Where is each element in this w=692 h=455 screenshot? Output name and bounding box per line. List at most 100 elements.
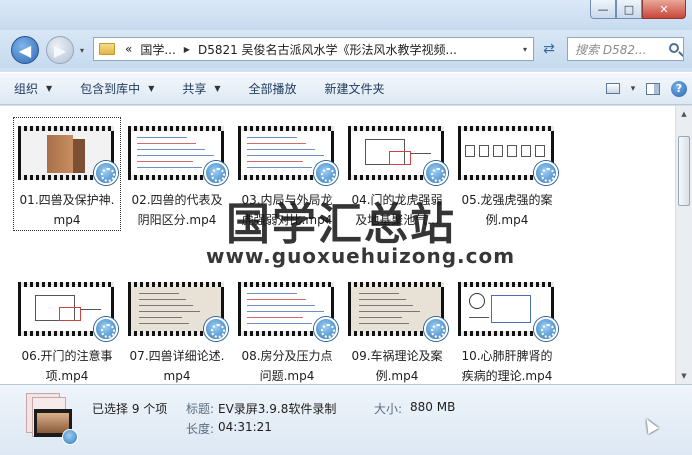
minimize-button[interactable]: —	[590, 0, 616, 19]
media-player-icon	[314, 317, 338, 341]
new-folder-button[interactable]: 新建文件夹	[311, 73, 399, 104]
vertical-scrollbar[interactable]: ▲ ▼	[675, 106, 692, 384]
video-thumbnail	[458, 282, 558, 341]
file-name-line: mp4	[53, 213, 81, 227]
file-item[interactable]: 08.房分及压力点 问题.mp4	[234, 274, 340, 384]
file-name: 06.开门的注意事 项.mp4	[14, 346, 120, 384]
help-icon: ?	[671, 80, 687, 97]
file-name-line: 项.mp4	[45, 369, 89, 383]
help-button[interactable]: ?	[666, 73, 692, 104]
media-player-icon	[94, 317, 118, 341]
media-player-icon	[314, 161, 338, 185]
title-value[interactable]: EV录屏3.9.8软件录制	[218, 400, 336, 417]
file-name: 02.四兽的代表及 阴阳区分.mp4	[124, 190, 230, 230]
video-thumbnail	[348, 282, 448, 341]
play-all-label: 全部播放	[248, 82, 297, 96]
close-button[interactable]: ✕	[642, 0, 686, 19]
file-name-line: 05.龙强虎强的案	[461, 193, 553, 207]
organize-menu[interactable]: 组织 ▼	[0, 73, 66, 104]
file-name: 05.龙强虎强的案 例.mp4	[454, 190, 560, 230]
file-name-line: 问题.mp4	[259, 369, 315, 383]
file-name: 09.车祸理论及案 例.mp4	[344, 346, 450, 384]
file-name-line: 阴阳区分.mp4	[137, 213, 217, 227]
video-thumbnail	[348, 126, 448, 185]
file-name-line: 04.门的龙虎强弱	[351, 193, 443, 207]
play-all-button[interactable]: 全部播放	[235, 73, 311, 104]
address-bar[interactable]: « 国学... ▶ D5821 吴俊名古派风水学《形法风水教学视频... ▾	[93, 37, 534, 61]
breadcrumb-overflow[interactable]: «	[121, 42, 136, 56]
file-name-line: 01.四兽及保护神.	[19, 193, 115, 207]
file-list: 01.四兽及保护神. mp4 02.四兽的代表及 阴阳区分.mp4 03.内局与外局龙虎…	[0, 106, 692, 384]
preview-pane-button[interactable]	[640, 73, 666, 104]
size-label: 大小:	[374, 402, 403, 416]
recent-pages-dropdown[interactable]: ▾	[80, 46, 84, 55]
folder-icon	[99, 43, 115, 55]
file-name: 07.四兽详细论述. mp4	[124, 346, 230, 384]
chevron-right-icon[interactable]: ▶	[180, 45, 194, 54]
refresh-button[interactable]: ⇄	[537, 37, 561, 61]
view-icon	[606, 83, 620, 94]
file-name-line: 及地基聚池气...	[355, 213, 439, 227]
scroll-thumb[interactable]	[678, 136, 690, 206]
caption-buttons: — □ ✕	[590, 0, 686, 19]
file-name-line: 例.mp4	[485, 213, 529, 227]
change-view-button[interactable]	[600, 73, 626, 104]
media-player-icon	[534, 161, 558, 185]
media-player-icon	[204, 317, 228, 341]
share-menu[interactable]: 共享 ▼	[168, 73, 234, 104]
view-options-dropdown[interactable]: ▾	[626, 73, 640, 104]
video-thumbnail	[238, 282, 338, 341]
file-item[interactable]: 04.门的龙虎强弱 及地基聚池气...	[344, 118, 450, 230]
address-dropdown-icon[interactable]: ▾	[517, 38, 533, 60]
scroll-up-arrow[interactable]: ▲	[676, 106, 692, 122]
file-name-line: 09.车祸理论及案	[351, 349, 443, 363]
back-button[interactable]: ◀	[11, 36, 39, 64]
media-player-icon	[424, 317, 448, 341]
search-input[interactable]: 搜索 D582...	[567, 37, 684, 61]
title-label: 标题:	[186, 402, 215, 416]
file-name-line: 10.心肺肝脾肾的	[461, 349, 553, 363]
file-item[interactable]: 05.龙强虎强的案 例.mp4	[454, 118, 560, 230]
selection-count: 已选择 9 个项	[92, 402, 168, 416]
file-name: 03.内局与外局龙 虎强弱对比.mp4	[234, 190, 340, 230]
include-in-library-menu[interactable]: 包含到库中 ▼	[66, 73, 168, 104]
video-thumbnail	[238, 126, 338, 185]
search-icon[interactable]	[669, 43, 679, 53]
media-player-icon	[62, 429, 78, 445]
length-value: 04:31:21	[218, 420, 272, 434]
file-name: 04.门的龙虎强弱 及地基聚池气...	[344, 190, 450, 230]
video-thumbnail	[128, 126, 228, 185]
preview-pane-icon	[646, 82, 660, 95]
media-player-icon	[204, 161, 228, 185]
file-item[interactable]: 10.心肺肝脾肾的 疾病的理论.mp4	[454, 274, 560, 384]
toolbar-right-group: ▾ ?	[600, 73, 692, 104]
file-name-line: 06.开门的注意事	[21, 349, 113, 363]
maximize-button[interactable]: □	[616, 0, 642, 19]
file-item[interactable]: 02.四兽的代表及 阴阳区分.mp4	[124, 118, 230, 230]
file-item[interactable]: 01.四兽及保护神. mp4	[13, 117, 121, 231]
breadcrumb-segment-parent[interactable]: 国学...	[136, 41, 179, 58]
video-thumbnail	[18, 282, 118, 341]
chevron-down-icon: ▼	[46, 84, 53, 93]
file-item[interactable]: 03.内局与外局龙 虎强弱对比.mp4	[234, 118, 340, 230]
chevron-down-icon: ▼	[148, 84, 155, 93]
details-pane: 已选择 9 个项 标题: EV录屏3.9.8软件录制 大小: 880 MB 长度…	[0, 384, 692, 455]
title-bar: — □ ✕	[0, 0, 692, 30]
forward-button[interactable]: ▶	[46, 36, 74, 64]
file-item[interactable]: 06.开门的注意事 项.mp4	[14, 274, 120, 384]
share-label: 共享	[182, 82, 207, 96]
file-name: 01.四兽及保护神. mp4	[14, 190, 120, 230]
file-name-line: 02.四兽的代表及	[131, 193, 223, 207]
file-item[interactable]: 07.四兽详细论述. mp4	[124, 274, 230, 384]
search-placeholder: 搜索 D582...	[575, 42, 647, 57]
breadcrumb-segment-current[interactable]: D5821 吴俊名古派风水学《形法风水教学视频...	[194, 41, 461, 58]
file-name-line: 疾病的理论.mp4	[461, 369, 553, 383]
new-folder-label: 新建文件夹	[324, 82, 385, 96]
scroll-down-arrow[interactable]: ▼	[676, 368, 692, 384]
file-name-line: 03.内局与外局龙	[241, 193, 333, 207]
media-player-icon	[94, 161, 118, 185]
file-item[interactable]: 09.车祸理论及案 例.mp4	[344, 274, 450, 384]
file-name: 10.心肺肝脾肾的 疾病的理论.mp4	[454, 346, 560, 384]
media-player-icon	[424, 161, 448, 185]
include-in-library-label: 包含到库中	[80, 82, 141, 96]
